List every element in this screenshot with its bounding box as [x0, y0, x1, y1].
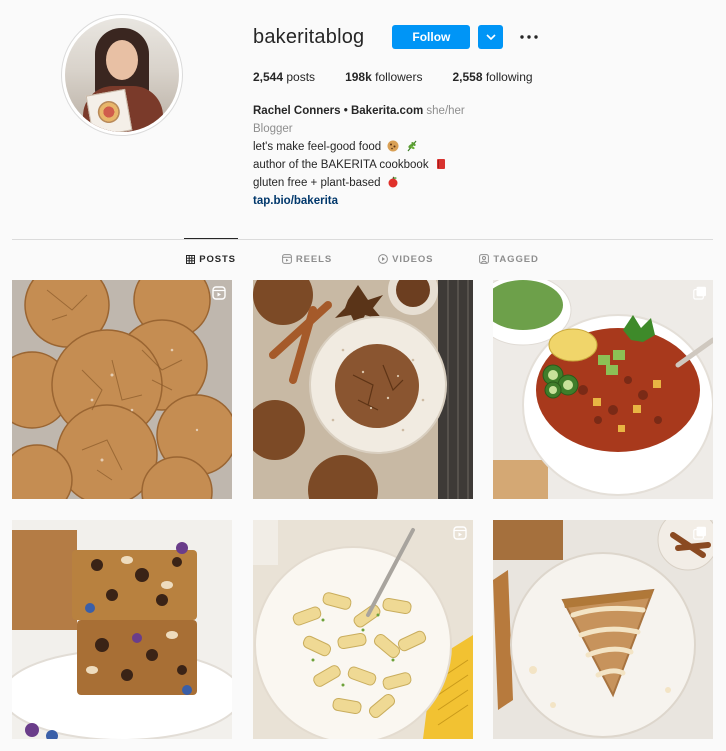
bio-name-row: Rachel Conners • Bakerita.com she/her — [253, 102, 713, 120]
tab-videos[interactable]: VIDEOS — [378, 239, 433, 279]
bio-link[interactable]: tap.bio/bakerita — [253, 195, 338, 207]
carousel-icon — [693, 286, 706, 300]
posts-count: 2,544 — [253, 70, 284, 84]
tag-icon — [479, 254, 490, 264]
profile-tabs: POSTS REELS VIDEOS TAGGED — [12, 238, 713, 279]
post-tile-4[interactable] — [12, 520, 232, 739]
cookie-icon — [387, 140, 399, 152]
tab-tagged-label: TAGGED — [493, 253, 539, 265]
reels-icon — [282, 254, 292, 264]
tab-reels-label: REELS — [295, 253, 333, 265]
followers-stat[interactable]: 198k followers — [345, 70, 422, 84]
chevron-down-icon — [486, 34, 496, 40]
apple-icon — [388, 176, 398, 188]
tab-videos-label: VIDEOS — [392, 253, 434, 265]
username: bakeritablog — [253, 25, 365, 48]
bio-line-2: author of the BAKERITA cookbook — [253, 156, 713, 174]
followers-label: followers — [375, 70, 423, 84]
grid-icon — [186, 254, 196, 264]
tab-reels[interactable]: REELS — [282, 239, 332, 279]
posts-label: posts — [286, 70, 316, 84]
post-tile-3[interactable] — [493, 280, 713, 499]
reel-icon — [212, 286, 226, 300]
post-image-chili-bowl — [493, 280, 713, 499]
post-tile-6[interactable] — [493, 520, 713, 739]
post-tile-5[interactable] — [253, 520, 473, 739]
bio-text-3: gluten free + plant-based — [253, 177, 381, 189]
profile-bio: Rachel Conners • Bakerita.com she/her Bl… — [253, 102, 713, 210]
bio-line-3: gluten free + plant-based — [253, 174, 713, 192]
category-label: Blogger — [253, 123, 293, 135]
tab-tagged[interactable]: TAGGED — [479, 239, 538, 279]
username-row: bakeritablog Follow — [253, 22, 713, 52]
profile-header: bakeritablog Follow 2,544 posts 198k fol… — [253, 22, 713, 210]
followers-count: 198k — [345, 70, 372, 84]
posts-stat: 2,544 posts — [253, 70, 315, 84]
post-image-blondie-bars — [12, 520, 232, 739]
post-image-cookies — [12, 280, 232, 499]
following-count: 2,558 — [452, 70, 483, 84]
suggested-accounts-button[interactable] — [478, 25, 504, 49]
more-icon — [520, 35, 539, 39]
pronouns: she/her — [426, 105, 465, 117]
following-stat[interactable]: 2,558 following — [452, 70, 532, 84]
more-options-button[interactable] — [517, 25, 541, 49]
profile-stats: 2,544 posts 198k followers 2,558 followi… — [253, 70, 713, 84]
book-icon — [436, 159, 445, 169]
tab-posts-label: POSTS — [199, 253, 236, 265]
following-label: following — [485, 70, 533, 84]
post-image-sugar-cookie — [253, 280, 473, 499]
bio-text-1: let's make feel-good food — [253, 141, 382, 153]
full-name: Rachel Conners • Bakerita.com — [253, 105, 424, 117]
avatar — [65, 18, 179, 132]
post-tile-2[interactable] — [253, 280, 473, 499]
carousel-icon — [693, 526, 706, 540]
post-tile-1[interactable] — [12, 280, 232, 499]
play-circle-icon — [378, 254, 389, 264]
bio-text-2: author of the BAKERITA cookbook — [253, 159, 429, 171]
profile-avatar-ring[interactable] — [61, 14, 183, 136]
post-image-cake-slice — [493, 520, 713, 739]
reel-icon — [453, 526, 467, 540]
bio-line-1: let's make feel-good food — [253, 138, 713, 156]
follow-button[interactable]: Follow — [392, 25, 471, 49]
herb-icon — [407, 140, 417, 152]
tab-posts[interactable]: POSTS — [184, 238, 238, 279]
post-image-pasta — [253, 520, 473, 739]
